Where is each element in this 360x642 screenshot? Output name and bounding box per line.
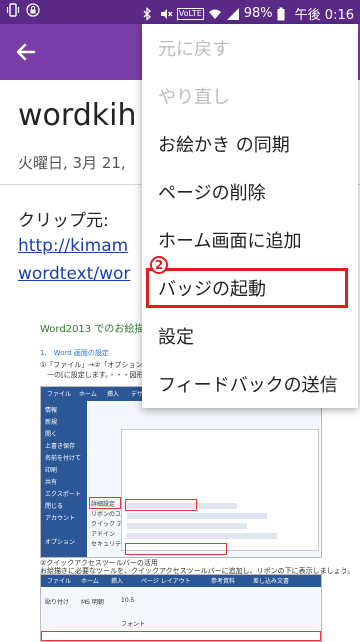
page-date: 火曜日, 3月 21,: [18, 154, 126, 172]
tab-insert: 挿入: [111, 578, 124, 585]
wifi-icon: [208, 7, 222, 21]
word-options-screenshot: ファイル ホーム 挿入 デザイン 情報 新規 開く 上書き保存 名前を付けて 印…: [40, 386, 322, 558]
doc-text: 一の[に設定します。・・・図形が表: [40, 371, 158, 379]
highlight-frame: [89, 497, 121, 509]
backstage-item: 開く: [45, 431, 58, 438]
options-row: [127, 523, 247, 529]
font-size-box: 10.5: [121, 597, 135, 604]
clock: 午後 0:16: [294, 8, 354, 23]
menu-item-add-to-home[interactable]: ホーム画面に追加: [142, 216, 358, 264]
page-title: wordkih: [18, 98, 137, 133]
word-ribbon-screenshot: ファイル ホーム 挿入 ページ レイアウト 参考資料 差し込み文書 貼り付け M…: [40, 574, 322, 642]
menu-item-delete-page[interactable]: ページの削除: [142, 168, 358, 216]
tab-references: 参考資料: [211, 578, 236, 585]
options-row: [127, 513, 267, 519]
doc-section-heading: 1. Word 画面の設定: [40, 349, 109, 357]
clip-source-link-cont[interactable]: wordtext/wor: [18, 264, 130, 284]
back-button[interactable]: [10, 36, 42, 68]
status-bar: VoLTE 98% 午後 0:16: [0, 0, 360, 24]
backstage-item: 情報: [45, 407, 58, 414]
signal-icon: [226, 7, 240, 21]
tab-file: ファイル: [47, 391, 72, 398]
tab-page-layout: ページ レイアウト: [141, 578, 191, 585]
tab-home: ホーム: [79, 391, 97, 398]
backstage-item: 閉じる: [45, 503, 64, 510]
annotation-highlight-box: [146, 268, 348, 308]
annotation-number-badge: 2: [150, 256, 168, 274]
font-name-box: MS 明朝: [81, 599, 104, 606]
mute-icon: [159, 7, 173, 21]
backstage-item: 新規: [45, 419, 58, 426]
menu-item-redo: やり直し: [158, 87, 230, 108]
options-nav-item: アドイン: [91, 531, 116, 538]
overflow-menu: 元に戻す やり直し お絵かき の同期 ページの削除 ホーム画面に追加 バッジの起…: [142, 24, 358, 408]
backstage-item: 上書き保存: [45, 443, 76, 450]
paste-tool: 貼り付け: [45, 599, 70, 606]
back-arrow-icon: [16, 43, 36, 61]
backstage-item: エクスポート: [45, 491, 81, 498]
tab-home: ホーム: [81, 578, 99, 585]
battery-percent: 98%: [243, 6, 273, 21]
vibrate-icon: [6, 3, 20, 17]
backstage-item: オプション: [45, 539, 76, 546]
tab-mailings: 差し込み文書: [253, 578, 290, 585]
battery-icon: [277, 7, 291, 21]
clip-source-link[interactable]: http://kimam: [18, 236, 128, 256]
tab-file: ファイル: [47, 578, 72, 585]
menu-item-undo: 元に戻す: [158, 39, 230, 60]
menu-item-settings[interactable]: 設定: [142, 312, 358, 360]
highlight-frame: [125, 499, 197, 511]
font-group-label: フォント: [121, 621, 146, 628]
tab-insert: 挿入: [107, 391, 120, 398]
bluetooth-icon: [141, 6, 155, 21]
volte-icon: VoLTE: [176, 7, 204, 20]
backstage-item: 印刷: [45, 467, 58, 474]
backstage-item: 共有: [45, 479, 58, 486]
backstage-item: アカウント: [45, 515, 76, 522]
menu-item-feedback[interactable]: フィードバックの送信: [142, 360, 358, 408]
backstage-item: 名前を付けて: [45, 455, 82, 462]
options-row: [127, 533, 277, 539]
lock-icon: [26, 3, 40, 17]
menu-item-sync[interactable]: お絵かき の同期: [142, 120, 358, 168]
highlight-frame: [125, 543, 227, 555]
clip-source-label: クリップ元:: [18, 211, 109, 231]
